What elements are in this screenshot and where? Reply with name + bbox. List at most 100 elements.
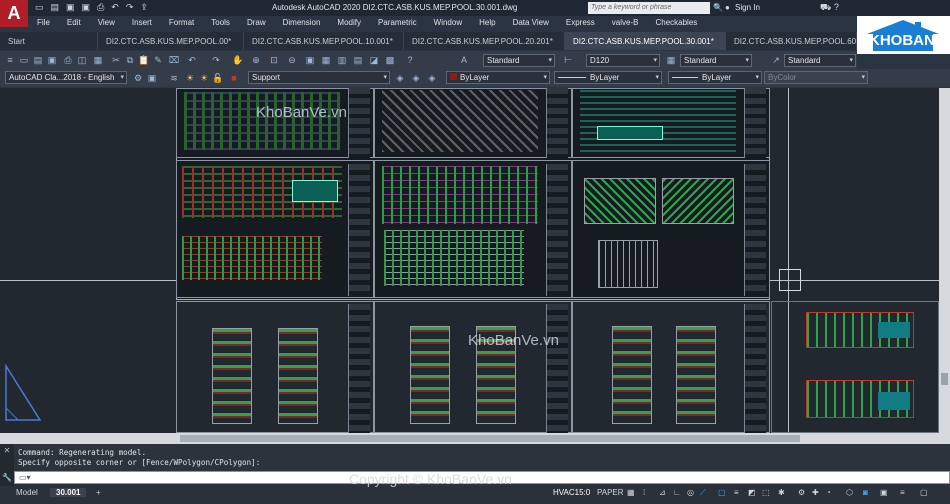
sign-in-button[interactable]: Sign In xyxy=(735,3,760,12)
layer-states-icon[interactable]: ◈ xyxy=(426,72,438,84)
mleader-style-select[interactable]: Standard ▾ xyxy=(784,54,856,67)
pan-icon[interactable]: ✋ xyxy=(232,54,244,66)
snap-icon[interactable]: ⁞ xyxy=(643,488,645,497)
menu-data-view[interactable]: Data View xyxy=(504,16,557,30)
customize-icon[interactable]: ≡ xyxy=(900,488,905,497)
clean-screen-icon[interactable]: ◙ xyxy=(863,488,868,497)
color-swatch-icon[interactable]: ■ xyxy=(228,72,240,84)
table-style-icon[interactable]: ▦ xyxy=(665,54,677,66)
maximize-icon[interactable]: ▢ xyxy=(920,488,928,497)
designcenter-icon[interactable]: ▦ xyxy=(320,54,332,66)
drawing-canvas[interactable]: KhoBanVe.vn KhoBanVe.vn xyxy=(0,88,939,433)
osnap-icon[interactable]: ▢ xyxy=(718,488,726,497)
lineweight-select[interactable]: ByLayer ▾ xyxy=(668,71,762,84)
save-icon[interactable]: ▣ xyxy=(66,2,75,13)
help-icon[interactable]: ? xyxy=(404,54,416,66)
zoom-previous-icon[interactable]: ⊖ xyxy=(286,54,298,66)
gear-icon[interactable]: ⚙ xyxy=(132,72,144,84)
tab-pool-00[interactable]: DI2.CTC.ASB.KUS.MEP.POOL.00* xyxy=(98,32,244,50)
print-icon[interactable]: ⎙ xyxy=(62,54,74,66)
menu-format[interactable]: Format xyxy=(160,16,202,30)
copy-icon[interactable]: ⧉ xyxy=(124,54,136,66)
plotstyle-select[interactable]: ByColor ▾ xyxy=(764,71,868,84)
tab-pool-20[interactable]: DI2.CTC.ASB.KUS.MEP.POOL.20.201* xyxy=(404,32,565,50)
paste-icon[interactable]: 📋 xyxy=(138,54,150,66)
menu-draw[interactable]: Draw xyxy=(238,16,274,30)
app-logo[interactable]: A xyxy=(0,0,28,27)
menu-checkables[interactable]: Checkables xyxy=(646,16,705,30)
new-icon[interactable]: ▭ xyxy=(18,54,30,66)
preview-icon[interactable]: ◫ xyxy=(76,54,88,66)
menu-help[interactable]: Help xyxy=(470,16,503,30)
lineweight-icon[interactable]: ≡ xyxy=(734,488,739,497)
menu-modify[interactable]: Modify xyxy=(328,16,369,30)
linetype-select[interactable]: ByLayer ▾ xyxy=(554,71,662,84)
workspace-icon[interactable]: ▣ xyxy=(880,488,888,497)
dim-style-icon[interactable]: ⊢ xyxy=(562,54,574,66)
lock-icon[interactable]: 🔓 xyxy=(212,72,224,84)
annotation-icon[interactable]: ✱ xyxy=(778,488,785,497)
new-icon[interactable]: ▭ xyxy=(35,2,44,13)
freeze-icon[interactable]: ☀ xyxy=(198,72,210,84)
help-icon[interactable]: ? xyxy=(834,2,839,12)
properties-icon[interactable]: ▣ xyxy=(304,54,316,66)
undo-icon[interactable]: ↶ xyxy=(111,2,119,13)
tab-pool-10[interactable]: DI2.CTC.ASB.KUS.MEP.POOL.10.001* xyxy=(244,32,404,50)
isolate-icon[interactable]: ◔ xyxy=(826,488,831,497)
saveas-icon[interactable]: ▣ xyxy=(82,2,91,13)
space-toggle[interactable]: PAPER xyxy=(597,488,624,497)
menu-edit[interactable]: Edit xyxy=(58,16,89,30)
redo-icon[interactable]: ↷ xyxy=(126,2,134,13)
brush-icon[interactable]: ⌧ xyxy=(168,54,180,66)
print-icon[interactable]: ⎙ xyxy=(97,2,104,13)
scrollbar-thumb[interactable] xyxy=(941,373,948,385)
horizontal-scrollbar[interactable] xyxy=(0,433,950,444)
layer-previous-icon[interactable]: ◈ xyxy=(410,72,422,84)
dim-style-select[interactable]: D120 ▾ xyxy=(586,54,660,67)
workspace-select[interactable]: AutoCAD Cla...2018 - English ▾ xyxy=(5,71,127,84)
cut-icon[interactable]: ✂ xyxy=(110,54,122,66)
hardware-accel-icon[interactable]: ⬡ xyxy=(846,488,853,497)
text-style-icon[interactable]: A xyxy=(458,54,470,66)
table-style-select[interactable]: Standard ▾ xyxy=(680,54,752,67)
add-layout-button[interactable]: + xyxy=(96,488,101,497)
vertical-scrollbar[interactable] xyxy=(939,88,950,433)
share-icon[interactable]: ⇪ xyxy=(140,2,148,13)
wrench-icon[interactable]: 🔧 xyxy=(0,455,14,482)
tab-pool-30[interactable]: DI2.CTC.ASB.KUS.MEP.POOL.30.001* xyxy=(565,32,726,50)
menu-express[interactable]: Express xyxy=(557,16,603,30)
menu-dimension[interactable]: Dimension xyxy=(274,16,329,30)
tab-model[interactable]: Model xyxy=(16,488,38,497)
ortho-icon[interactable]: ∟ xyxy=(673,488,681,497)
command-window-handle[interactable]: ✕ 🔧 xyxy=(0,444,14,486)
selection-cycling-icon[interactable]: ⬚ xyxy=(762,488,770,497)
menu-insert[interactable]: Insert xyxy=(123,16,160,30)
sheetset-icon[interactable]: ▤ xyxy=(352,54,364,66)
open-icon[interactable]: ▤ xyxy=(51,2,60,13)
color-select[interactable]: ByLayer ▾ xyxy=(446,71,550,84)
menu-tools[interactable]: Tools xyxy=(202,16,238,30)
zoom-realtime-icon[interactable]: ⊕ xyxy=(250,54,262,66)
search-icon[interactable]: 🔍 xyxy=(713,3,723,12)
undo-icon[interactable]: ↶ xyxy=(186,54,198,66)
plus-icon[interactable]: ✚ xyxy=(812,488,819,497)
tab-layout[interactable]: 30.001 xyxy=(50,488,87,497)
scrollbar-thumb[interactable] xyxy=(180,435,800,442)
markup-icon[interactable]: ◪ xyxy=(368,54,380,66)
close-icon[interactable]: ✕ xyxy=(0,444,14,455)
sun-icon[interactable]: ☀ xyxy=(184,72,196,84)
cart-icon[interactable]: ⛟ xyxy=(820,2,831,12)
search-input[interactable]: Type a keyword or phrase xyxy=(588,2,710,14)
tab-pool-60[interactable]: DI2.CTC.ASB.KUS.MEP.POOL.60.0 xyxy=(726,32,857,50)
menu-icon[interactable]: ≡ xyxy=(4,54,16,66)
menu-valve-b[interactable]: valve-B xyxy=(603,16,647,30)
text-style-select[interactable]: Standard ▾ xyxy=(483,54,555,67)
layer-select[interactable]: Support ▾ xyxy=(248,71,390,84)
make-current-icon[interactable]: ◈ xyxy=(394,72,406,84)
user-icon[interactable]: ● xyxy=(725,3,730,12)
publish-icon[interactable]: ▦ xyxy=(92,54,104,66)
grid-icon[interactable]: ▦ xyxy=(627,488,635,497)
open-icon[interactable]: ▤ xyxy=(32,54,44,66)
menu-parametric[interactable]: Parametric xyxy=(369,16,425,30)
gear-icon[interactable]: ⚙ xyxy=(798,488,805,497)
